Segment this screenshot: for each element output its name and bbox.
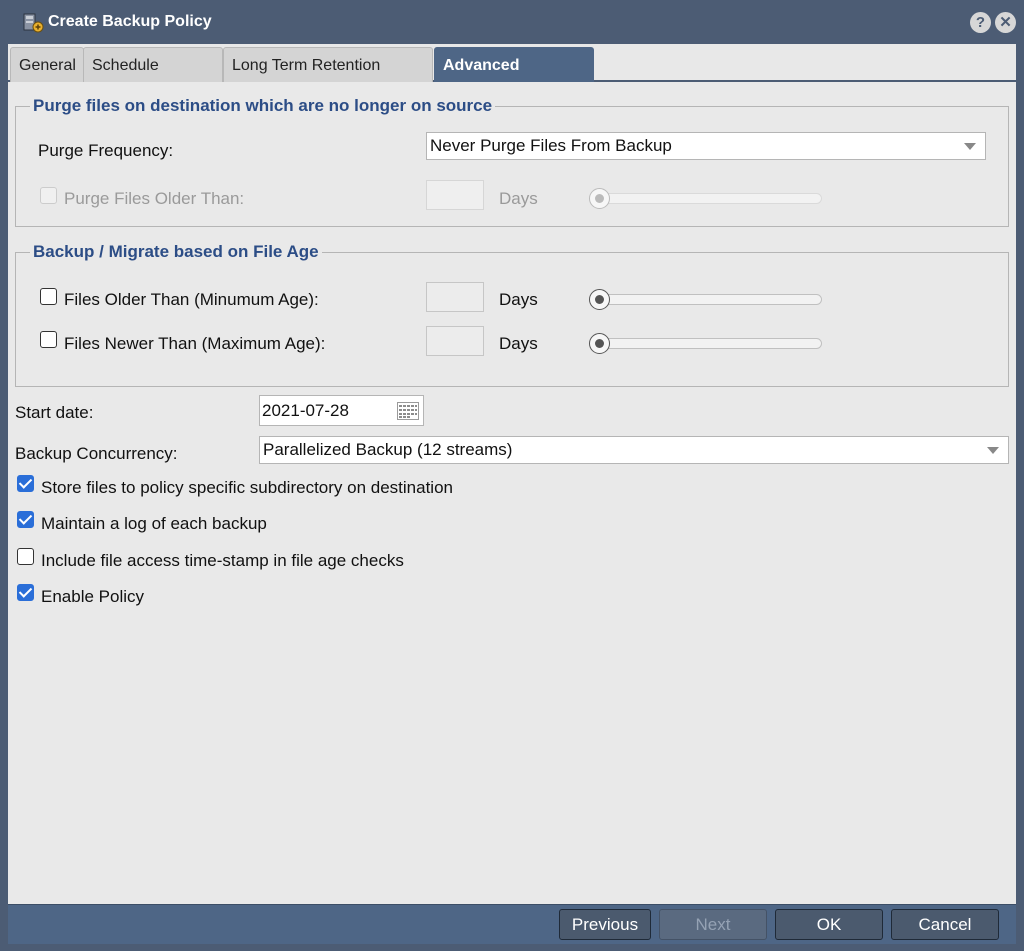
- files-newer-than-checkbox[interactable]: [40, 331, 57, 348]
- enable-policy-label: Enable Policy: [41, 587, 145, 606]
- files-older-than-slider[interactable]: [589, 289, 822, 310]
- tab-long-term-retention-rules[interactable]: Long Term Retention Rules: [223, 47, 433, 110]
- backup-policy-icon: [23, 13, 44, 33]
- calendar-icon[interactable]: [397, 402, 419, 420]
- enable-policy-checkbox[interactable]: [17, 584, 34, 601]
- dialog-window: Create Backup Policy ? ✕ General Schedul…: [0, 0, 1024, 951]
- include-access-timestamp-checkbox[interactable]: [17, 548, 34, 565]
- backup-concurrency-value: Parallelized Backup (12 streams): [263, 440, 513, 459]
- store-subdirectory-label: Store files to policy specific subdirect…: [41, 478, 453, 497]
- help-icon[interactable]: ?: [970, 12, 991, 33]
- older-days-unit: Days: [499, 290, 538, 309]
- purge-older-than-days-input[interactable]: [426, 180, 484, 210]
- chevron-down-icon[interactable]: [987, 447, 999, 454]
- maintain-log-label: Maintain a log of each backup: [41, 514, 267, 533]
- files-newer-than-slider[interactable]: [589, 333, 822, 354]
- dialog-title: Create Backup Policy: [48, 13, 212, 30]
- purge-group: Purge files on destination which are no …: [15, 96, 1009, 227]
- tab-advanced-settings[interactable]: Advanced Settings: [434, 47, 594, 110]
- file-age-group: Backup / Migrate based on File Age Files…: [15, 242, 1009, 387]
- purge-frequency-value: Never Purge Files From Backup: [430, 136, 672, 155]
- close-icon[interactable]: ✕: [995, 12, 1016, 33]
- backup-concurrency-select[interactable]: Parallelized Backup (12 streams): [259, 436, 1009, 464]
- advanced-settings-panel: Purge files on destination which are no …: [8, 82, 1016, 904]
- purge-days-slider[interactable]: [589, 188, 822, 209]
- purge-days-unit: Days: [499, 189, 538, 208]
- cancel-button[interactable]: Cancel: [891, 909, 999, 940]
- maintain-log-checkbox[interactable]: [17, 511, 34, 528]
- start-date-input[interactable]: 2021-07-28: [259, 395, 424, 426]
- files-older-than-days-input[interactable]: [426, 282, 484, 312]
- ok-button[interactable]: OK: [775, 909, 883, 940]
- slider-thumb[interactable]: [589, 188, 610, 209]
- newer-days-unit: Days: [499, 334, 538, 353]
- backup-concurrency-label: Backup Concurrency:: [15, 444, 178, 463]
- title-bar[interactable]: Create Backup Policy ? ✕: [0, 0, 1024, 44]
- store-subdirectory-checkbox[interactable]: [17, 475, 34, 492]
- purge-older-than-checkbox[interactable]: [40, 187, 57, 204]
- purge-group-legend: Purge files on destination which are no …: [30, 96, 496, 116]
- files-newer-than-days-input[interactable]: [426, 326, 484, 356]
- next-button[interactable]: Next: [659, 909, 767, 940]
- slider-thumb[interactable]: [589, 333, 610, 354]
- file-age-group-legend: Backup / Migrate based on File Age: [30, 242, 322, 262]
- files-older-than-checkbox[interactable]: [40, 288, 57, 305]
- purge-frequency-select[interactable]: Never Purge Files From Backup: [426, 132, 986, 160]
- include-access-timestamp-label: Include file access time-stamp in file a…: [41, 551, 404, 570]
- chevron-down-icon[interactable]: [964, 143, 976, 150]
- start-date-value: 2021-07-28: [262, 401, 349, 420]
- start-date-label: Start date:: [15, 403, 94, 422]
- files-newer-than-label: Files Newer Than (Maximum Age):: [64, 334, 326, 353]
- purge-frequency-label: Purge Frequency:: [38, 141, 174, 160]
- slider-thumb[interactable]: [589, 289, 610, 310]
- purge-older-than-label: Purge Files Older Than:: [64, 189, 245, 208]
- files-older-than-label: Files Older Than (Minumum Age):: [64, 290, 319, 309]
- tab-schedule-interval[interactable]: Schedule Interval: [83, 47, 223, 110]
- previous-button[interactable]: Previous: [559, 909, 651, 940]
- tab-general[interactable]: General: [10, 47, 84, 82]
- tab-strip: General Schedule Interval Long Term Rete…: [8, 44, 1016, 110]
- dialog-footer: Previous Next OK Cancel: [8, 904, 1016, 944]
